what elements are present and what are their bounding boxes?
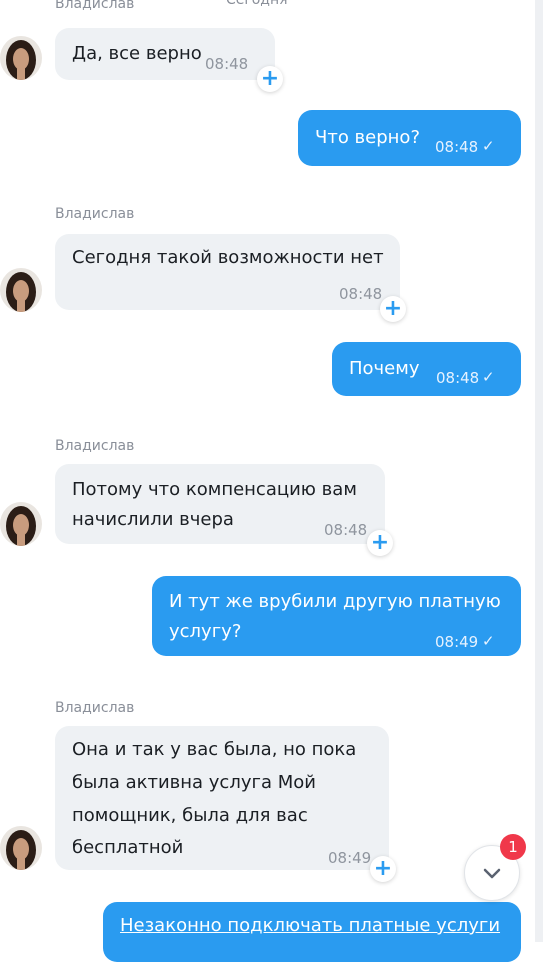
add-reaction-plus-icon[interactable]: + xyxy=(380,296,406,322)
message-bubble-incoming[interactable]: Да, все верно 08:48 xyxy=(55,28,275,80)
message-text-line: услугу? xyxy=(169,621,242,642)
scrollbar-track[interactable] xyxy=(535,0,543,942)
message-text: Да, все верно xyxy=(72,43,202,64)
message-bubble-incoming[interactable]: Она и так у вас была, но пока была актив… xyxy=(55,726,389,870)
message-bubble-outgoing[interactable]: Что верно? 08:48 ✓ xyxy=(298,110,521,166)
avatar[interactable] xyxy=(0,826,42,870)
message-text: Незаконно подключать платные услуги xyxy=(120,915,501,936)
message-text-line: И тут же врубили другую платную xyxy=(169,591,501,612)
date-label: Сегодня xyxy=(226,0,288,8)
sender-name: Владислав xyxy=(55,700,135,716)
message-text: Что верно? xyxy=(315,127,421,148)
avatar-image xyxy=(0,268,42,312)
message-time: 08:49 xyxy=(328,849,372,867)
add-reaction-plus-icon[interactable]: + xyxy=(257,66,283,92)
message-text-line: была активна услуга Мой xyxy=(72,772,316,793)
message-text-line: бесплатной xyxy=(72,837,184,858)
message-text-line: начислили вчера xyxy=(72,509,234,530)
read-check-icon: ✓ xyxy=(482,632,495,650)
message-time: 08:48 xyxy=(435,138,479,156)
message-time: 08:48 xyxy=(339,285,383,303)
message-text: Сегодня такой возможности нет xyxy=(72,247,384,268)
read-check-icon: ✓ xyxy=(482,137,495,155)
message-bubble-outgoing[interactable]: Почему 08:48 ✓ xyxy=(332,342,521,396)
message-text-line: Она и так у вас была, но пока xyxy=(72,739,357,760)
message-bubble-incoming[interactable]: Потому что компенсацию вам начислили вче… xyxy=(55,464,385,544)
message-time: 08:48 xyxy=(436,369,480,387)
unread-count-badge: 1 xyxy=(500,834,526,860)
avatar-image xyxy=(0,36,42,80)
message-text: Почему xyxy=(349,358,420,379)
avatar[interactable] xyxy=(0,502,42,546)
message-time: 08:49 xyxy=(435,633,479,651)
avatar[interactable] xyxy=(0,36,42,80)
message-text-line: помощник, была для вас xyxy=(72,805,308,826)
add-reaction-plus-icon[interactable]: + xyxy=(367,530,393,556)
avatar[interactable] xyxy=(0,268,42,312)
avatar-image xyxy=(0,502,42,546)
message-text-line: Потому что компенсацию вам xyxy=(72,479,357,500)
sender-name: Владислав xyxy=(55,438,135,454)
avatar-image xyxy=(0,826,42,870)
message-time: 08:48 xyxy=(324,521,368,539)
sender-name: Владислав xyxy=(55,0,135,12)
add-reaction-plus-icon[interactable]: + xyxy=(370,856,396,882)
sender-name: Владислав xyxy=(55,206,135,222)
message-time: 08:48 xyxy=(205,55,249,73)
message-bubble-incoming[interactable]: Сегодня такой возможности нет 08:48 xyxy=(55,234,400,310)
read-check-icon: ✓ xyxy=(482,368,495,386)
message-bubble-outgoing[interactable]: И тут же врубили другую платную услугу? … xyxy=(152,576,521,656)
message-bubble-outgoing[interactable]: Незаконно подключать платные услуги xyxy=(103,902,521,962)
